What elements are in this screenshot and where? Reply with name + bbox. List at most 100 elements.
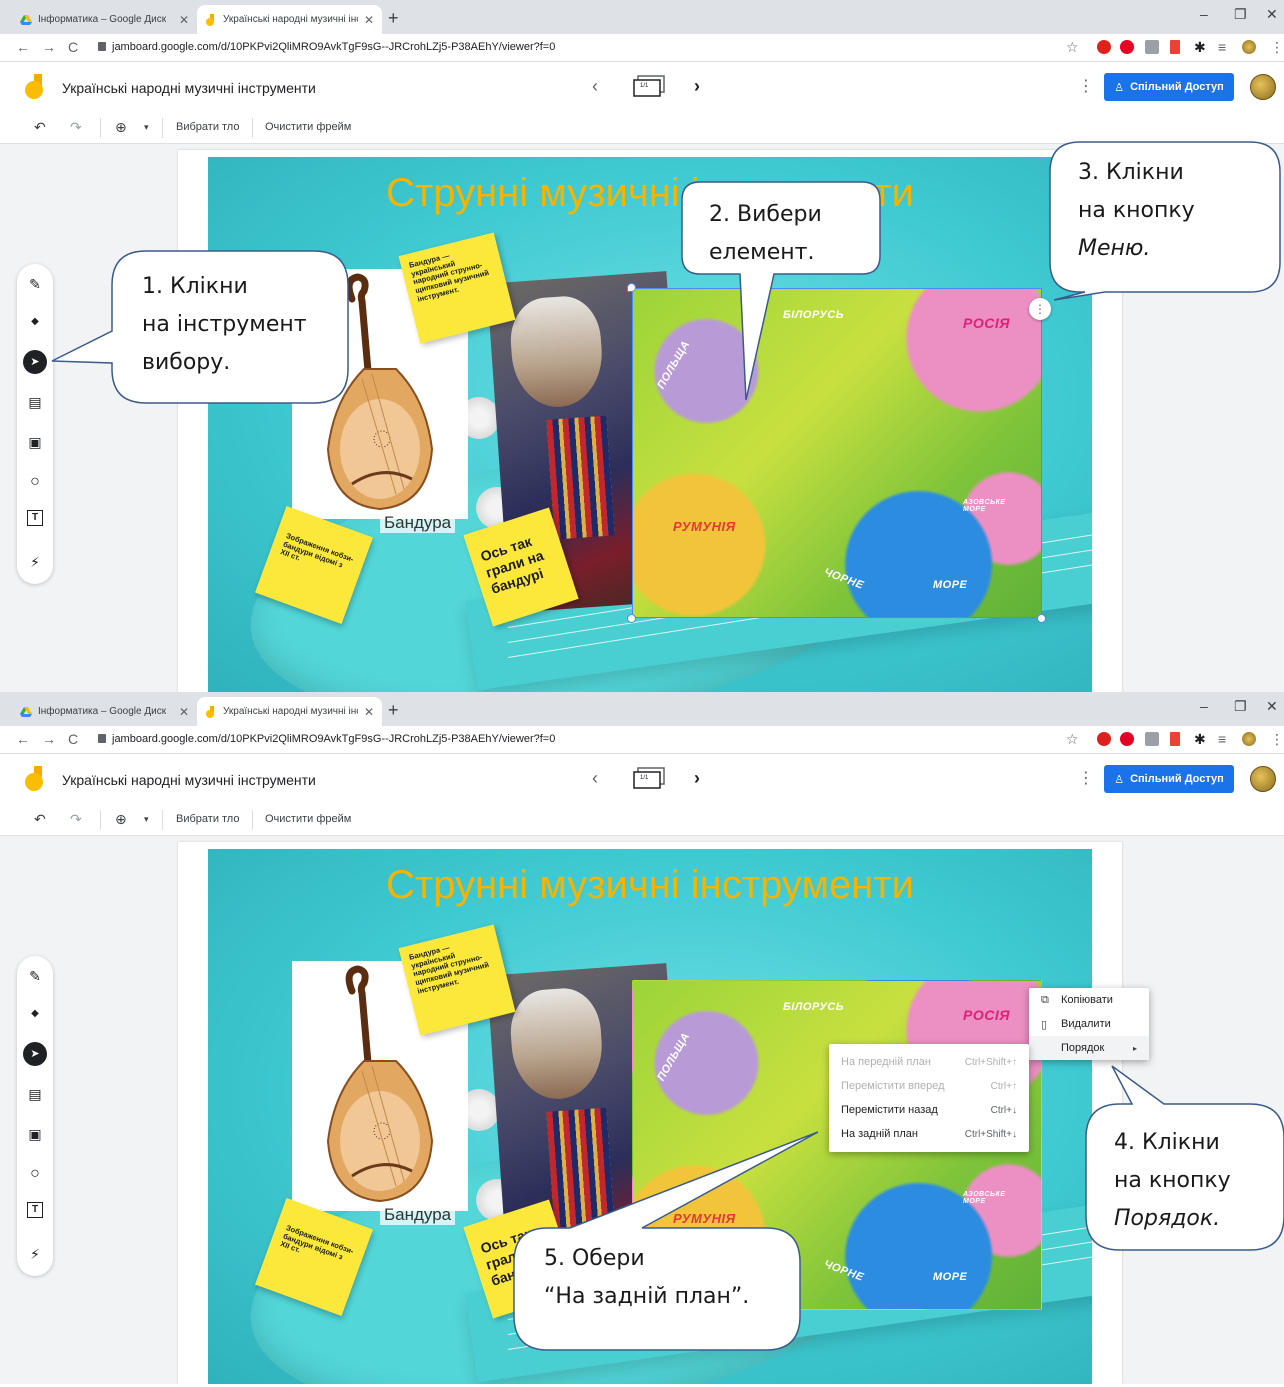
pinterest-extension-icon[interactable] <box>1120 40 1134 54</box>
slide[interactable]: Струнні музичні інструменти Бандура БІЛО… <box>208 157 1092 692</box>
bookmark-star-icon[interactable]: ☆ <box>1066 731 1079 748</box>
selection-handle[interactable] <box>1037 614 1046 623</box>
element-menu-button[interactable]: ⋮ <box>1029 298 1051 320</box>
redo-icon[interactable]: ↷ <box>70 811 82 828</box>
sticky-note-icon[interactable]: ▤ <box>23 1082 47 1106</box>
reload-icon[interactable]: C <box>68 39 78 55</box>
share-button[interactable]: ♙ Спільний Доступ <box>1104 73 1234 101</box>
frame-bar-toggle[interactable]: 1/1 <box>632 74 666 98</box>
tab-close-icon[interactable]: ✕ <box>364 13 374 27</box>
browser-tab-jamboard[interactable]: Українські народні музичні інст ✕ <box>197 697 382 726</box>
back-icon[interactable]: ← <box>16 731 30 747</box>
bookmark-extension-icon[interactable] <box>1170 40 1180 54</box>
menu-item-bring-to-front[interactable]: На передній план Ctrl+Shift+↑ <box>829 1050 1029 1074</box>
extension-icon[interactable] <box>1145 40 1159 54</box>
jamboard-logo[interactable] <box>24 766 44 792</box>
pen-icon[interactable]: ✎ <box>23 272 47 296</box>
laser-icon[interactable]: ⚡ <box>23 1242 47 1266</box>
next-frame-button[interactable]: › <box>694 76 700 97</box>
reading-list-icon[interactable]: ≡ <box>1218 39 1226 55</box>
previous-frame-button[interactable]: ‹ <box>592 768 598 789</box>
eraser-icon[interactable]: ◆ <box>23 1002 47 1026</box>
share-button[interactable]: ♙ Спільний Доступ <box>1104 765 1234 793</box>
url-field[interactable]: jamboard.google.com/d/10PKPvi2QliMRO9Avk… <box>112 41 555 53</box>
chrome-menu-icon[interactable]: ⋮ <box>1270 731 1284 748</box>
back-icon[interactable]: ← <box>16 39 30 55</box>
select-tool-icon[interactable]: ➤ <box>23 1042 47 1066</box>
chrome-menu-icon[interactable]: ⋮ <box>1270 39 1284 56</box>
tab-close-icon[interactable]: ✕ <box>179 705 189 719</box>
forward-icon[interactable]: → <box>42 731 56 747</box>
menu-item-copy[interactable]: ⧉ Копіювати <box>1029 988 1149 1012</box>
circle-shape-icon[interactable]: ○ <box>23 1162 47 1186</box>
extension-icon[interactable] <box>1145 732 1159 746</box>
circle-shape-icon[interactable]: ○ <box>23 470 47 494</box>
zoom-icon[interactable]: ⊕ <box>115 119 127 136</box>
undo-icon[interactable]: ↶ <box>34 811 46 828</box>
previous-frame-button[interactable]: ‹ <box>592 76 598 97</box>
document-title[interactable]: Українські народні музичні інструменти <box>62 772 316 788</box>
menu-item-delete[interactable]: ▯ Видалити <box>1029 1012 1149 1036</box>
account-avatar[interactable] <box>1250 766 1276 792</box>
laser-icon[interactable]: ⚡ <box>23 550 47 574</box>
bandura-caption[interactable]: Бандура <box>380 513 456 533</box>
frame-bar-toggle[interactable]: 1/1 <box>632 766 666 790</box>
pen-icon[interactable]: ✎ <box>23 964 47 988</box>
sticky-note-icon[interactable]: ▤ <box>23 390 47 414</box>
forward-icon[interactable]: → <box>42 39 56 55</box>
minimize-icon[interactable]: – <box>1200 698 1208 714</box>
menu-item-order[interactable]: Порядок ▸ <box>1029 1036 1149 1060</box>
undo-icon[interactable]: ↶ <box>34 119 46 136</box>
new-tab-button[interactable]: + <box>388 700 399 721</box>
clear-frame-button[interactable]: Очистити фрейм <box>265 813 351 825</box>
reload-icon[interactable]: C <box>68 731 78 747</box>
text-box-icon[interactable]: T <box>27 510 43 526</box>
browser-tab-drive[interactable]: Інформатика – Google Диск ✕ <box>12 5 197 34</box>
ukraine-map-image[interactable]: БІЛОРУСЬ РОСІЯ ПОЛЬЩА РУМУНІЯ ЧОРНЕ МОРЕ… <box>632 288 1042 618</box>
bookmark-star-icon[interactable]: ☆ <box>1066 39 1079 56</box>
maximize-icon[interactable]: ❐ <box>1234 6 1247 23</box>
puzzle-extensions-icon[interactable]: ✱ <box>1194 39 1206 56</box>
rotate-handle[interactable] <box>627 283 636 292</box>
jamboard-logo[interactable] <box>24 74 44 100</box>
close-window-icon[interactable]: ✕ <box>1266 698 1278 715</box>
set-background-button[interactable]: Вибрати тло <box>176 813 239 825</box>
bookmark-extension-icon[interactable] <box>1170 732 1180 746</box>
close-window-icon[interactable]: ✕ <box>1266 6 1278 23</box>
tab-close-icon[interactable]: ✕ <box>364 705 374 719</box>
image-icon[interactable]: ▣ <box>23 1122 47 1146</box>
browser-tab-jamboard[interactable]: Українські народні музичні інст ✕ <box>197 5 382 34</box>
opera-extension-icon[interactable] <box>1097 40 1111 54</box>
select-tool-icon[interactable]: ➤ <box>23 350 47 374</box>
puzzle-extensions-icon[interactable]: ✱ <box>1194 731 1206 748</box>
document-title[interactable]: Українські народні музичні інструменти <box>62 80 316 96</box>
menu-item-bring-forward[interactable]: Перемістити вперед Ctrl+↑ <box>829 1074 1029 1098</box>
slide-title[interactable]: Струнні музичні інструменти <box>208 863 1092 908</box>
more-options-icon[interactable]: ⋮ <box>1078 76 1094 96</box>
profile-avatar-icon[interactable] <box>1242 40 1256 54</box>
minimize-icon[interactable]: – <box>1200 6 1208 22</box>
account-avatar[interactable] <box>1250 74 1276 100</box>
clear-frame-button[interactable]: Очистити фрейм <box>265 121 351 133</box>
bandura-caption[interactable]: Бандура <box>380 1205 456 1225</box>
menu-item-send-to-back[interactable]: На задній план Ctrl+Shift+↓ <box>829 1122 1029 1146</box>
next-frame-button[interactable]: › <box>694 768 700 789</box>
browser-tab-drive[interactable]: Інформатика – Google Диск ✕ <box>12 697 197 726</box>
reading-list-icon[interactable]: ≡ <box>1218 731 1226 747</box>
slide-title[interactable]: Струнні музичні інструменти <box>208 171 1092 216</box>
new-tab-button[interactable]: + <box>388 8 399 29</box>
pinterest-extension-icon[interactable] <box>1120 732 1134 746</box>
maximize-icon[interactable]: ❐ <box>1234 698 1247 715</box>
set-background-button[interactable]: Вибрати тло <box>176 121 239 133</box>
tab-close-icon[interactable]: ✕ <box>179 13 189 27</box>
image-icon[interactable]: ▣ <box>23 430 47 454</box>
profile-avatar-icon[interactable] <box>1242 732 1256 746</box>
selection-handle[interactable] <box>627 614 636 623</box>
eraser-icon[interactable]: ◆ <box>23 310 47 334</box>
redo-icon[interactable]: ↷ <box>70 119 82 136</box>
menu-item-send-backward[interactable]: Перемістити назад Ctrl+↓ <box>829 1098 1029 1122</box>
text-box-icon[interactable]: T <box>27 1202 43 1218</box>
opera-extension-icon[interactable] <box>1097 732 1111 746</box>
zoom-dropdown-icon[interactable]: ▾ <box>144 814 149 825</box>
more-options-icon[interactable]: ⋮ <box>1078 768 1094 788</box>
